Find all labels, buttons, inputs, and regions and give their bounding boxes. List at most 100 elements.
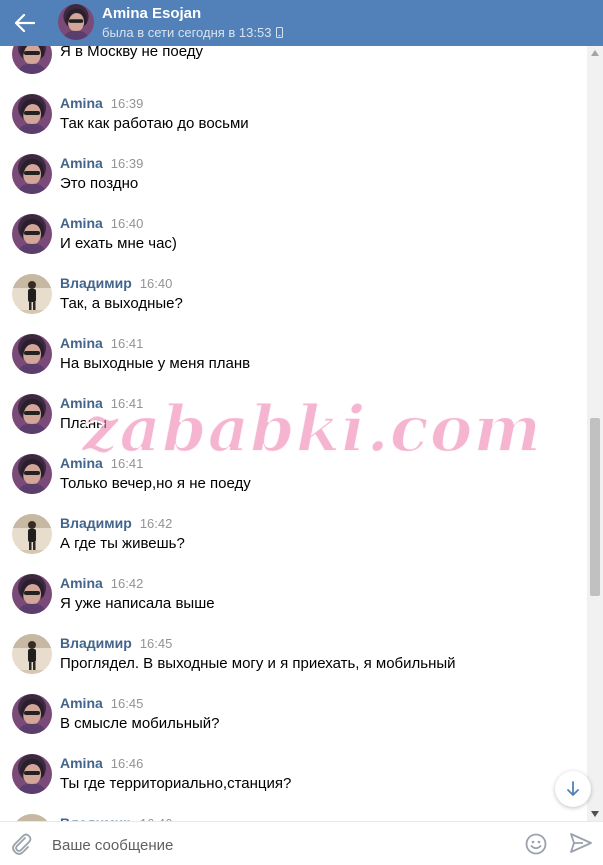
- message-item[interactable]: Amina 16:45 В смысле мобильный?: [0, 694, 586, 754]
- message-text: А где ты живешь?: [60, 535, 185, 552]
- chat-header: Amina Esojan была в сети сегодня в 13:53: [0, 0, 603, 46]
- message-author[interactable]: Владимир 16:40: [60, 274, 172, 293]
- message-list[interactable]: Я в Москву не поеду Amina 16:39 Так как раб…: [0, 46, 586, 821]
- emoji-button[interactable]: [525, 833, 547, 860]
- author-name[interactable]: Amina: [60, 695, 103, 711]
- message-time: 16:42: [139, 516, 173, 531]
- message-item[interactable]: Amina 16:40 И ехать мне час): [0, 214, 586, 274]
- message-item[interactable]: Amina 16:42 Я уже написала выше: [0, 574, 586, 634]
- message-author[interactable]: Amina 16:46: [60, 754, 143, 773]
- message-item[interactable]: Amina 16:41 Планы: [0, 394, 586, 454]
- message-input[interactable]: [50, 831, 514, 859]
- message-item[interactable]: Amina 16:41 На выходные у меня планв: [0, 334, 586, 394]
- message-item[interactable]: Владимир 16:45 Проглядел. В выходные могу …: [0, 634, 586, 694]
- message-author[interactable]: Владимир 16:45: [60, 634, 172, 653]
- author-name[interactable]: Amina: [60, 155, 103, 171]
- message-time: 16:46: [110, 756, 144, 771]
- message-time: 16:41: [110, 336, 144, 351]
- message-time: 16:39: [110, 156, 144, 171]
- author-avatar[interactable]: [12, 214, 52, 254]
- message-text: Так как работаю до восьми: [60, 115, 249, 132]
- scroll-up-arrow-icon[interactable]: [591, 50, 599, 56]
- author-name[interactable]: Amina: [60, 215, 103, 231]
- author-avatar[interactable]: [12, 814, 52, 821]
- author-avatar[interactable]: [12, 394, 52, 434]
- message-author[interactable]: Владимир 16:42: [60, 514, 172, 533]
- author-name[interactable]: Amina: [60, 395, 103, 411]
- message-time: 16:41: [110, 456, 144, 471]
- author-avatar[interactable]: [12, 574, 52, 614]
- contact-avatar[interactable]: [58, 4, 94, 40]
- author-avatar[interactable]: [12, 46, 52, 74]
- author-avatar[interactable]: [12, 274, 52, 314]
- smiley-icon: [525, 833, 547, 855]
- arrow-down-icon: [567, 781, 579, 796]
- message-item[interactable]: Amina 16:41 Только вечер,но я не поеду: [0, 454, 586, 514]
- author-name[interactable]: Владимир: [60, 275, 132, 291]
- message-author[interactable]: Amina 16:41: [60, 394, 143, 413]
- message-time: 16:40: [110, 216, 144, 231]
- author-avatar[interactable]: [12, 94, 52, 134]
- message-item[interactable]: Amina 16:39 Это поздно: [0, 154, 586, 214]
- message-time: 16:39: [110, 96, 144, 111]
- message-time: 16:41: [110, 396, 144, 411]
- contact-last-seen: была в сети сегодня в 13:53: [102, 25, 284, 40]
- author-avatar[interactable]: [12, 754, 52, 794]
- author-name[interactable]: Amina: [60, 455, 103, 471]
- scrollbar[interactable]: [587, 46, 603, 821]
- attach-button[interactable]: [10, 832, 32, 861]
- message-item[interactable]: Я в Москву не поеду: [0, 46, 586, 94]
- message-author[interactable]: Владимир16:46: [60, 814, 172, 821]
- arrow-left-icon: [15, 14, 35, 32]
- message-item[interactable]: Amina 16:46 Ты где территориально,станция?: [0, 754, 586, 814]
- paperclip-icon: [12, 833, 32, 855]
- message-item[interactable]: Владимир 16:40 Так, а выходные?: [0, 274, 586, 334]
- author-name[interactable]: Amina: [60, 95, 103, 111]
- message-author[interactable]: Amina 16:39: [60, 154, 143, 173]
- message-text: Проглядел. В выходные могу и я приехать,…: [60, 655, 456, 672]
- message-text: Так, а выходные?: [60, 295, 183, 312]
- message-author[interactable]: Amina 16:45: [60, 694, 143, 713]
- scrollbar-thumb[interactable]: [590, 418, 600, 596]
- message-text: Ты где территориально,станция?: [60, 775, 292, 792]
- message-author[interactable]: Amina 16:40: [60, 214, 143, 233]
- message-text: В смысле мобильный?: [60, 715, 220, 732]
- message-text: И ехать мне час): [60, 235, 177, 252]
- scroll-to-bottom-button[interactable]: [555, 771, 591, 807]
- message-composer: [0, 821, 603, 865]
- author-avatar[interactable]: [12, 334, 52, 374]
- message-author[interactable]: Amina 16:39: [60, 94, 143, 113]
- author-name[interactable]: Amina: [60, 755, 103, 771]
- author-name[interactable]: Amina: [60, 335, 103, 351]
- last-seen-text: была в сети сегодня в 13:53: [102, 25, 272, 40]
- message-time: 16:45: [139, 636, 173, 651]
- author-avatar[interactable]: [12, 634, 52, 674]
- send-button[interactable]: [569, 832, 593, 859]
- author-avatar[interactable]: [12, 154, 52, 194]
- scroll-down-arrow-icon[interactable]: [591, 811, 599, 817]
- message-text: Это поздно: [60, 175, 139, 192]
- message-item[interactable]: Владимир 16:42 А где ты живешь?: [0, 514, 586, 574]
- author-name[interactable]: Владимир: [60, 515, 132, 531]
- send-arrow-icon: [570, 833, 592, 853]
- message-item[interactable]: Владимир16:46: [0, 814, 586, 821]
- message-text: На выходные у меня планв: [60, 355, 251, 372]
- message-time: 16:45: [110, 696, 144, 711]
- message-text: Я уже написала выше: [60, 595, 215, 612]
- mobile-phone-icon: [276, 27, 284, 38]
- message-author[interactable]: Amina 16:42: [60, 574, 143, 593]
- author-name[interactable]: Владимир: [60, 635, 132, 651]
- message-item[interactable]: Amina 16:39 Так как работаю до восьми: [0, 94, 586, 154]
- author-name[interactable]: Amina: [60, 575, 103, 591]
- back-button[interactable]: [10, 8, 40, 38]
- message-time: 16:42: [110, 576, 144, 591]
- message-author[interactable]: Amina 16:41: [60, 454, 143, 473]
- author-avatar[interactable]: [12, 694, 52, 734]
- contact-name[interactable]: Amina Esojan: [102, 5, 201, 22]
- message-text: Только вечер,но я не поеду: [60, 475, 251, 492]
- author-avatar[interactable]: [12, 454, 52, 494]
- message-text: Планы: [60, 415, 107, 432]
- message-text: Я в Москву не поеду: [60, 46, 204, 60]
- author-avatar[interactable]: [12, 514, 52, 554]
- message-author[interactable]: Amina 16:41: [60, 334, 143, 353]
